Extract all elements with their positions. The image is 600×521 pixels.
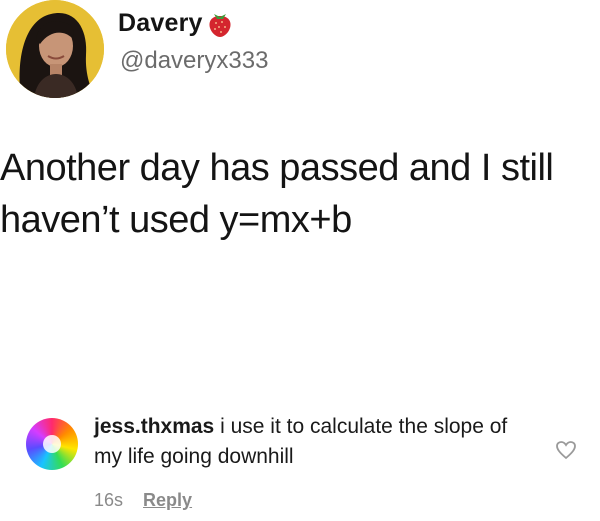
comment-timestamp: 16s [94, 490, 124, 510]
user-handle[interactable]: @daveryx333 [120, 47, 268, 75]
tweet-text-line-1: Another day has passed and I still [0, 147, 554, 189]
comment: jess.thxmas i use it to calculate the sl… [26, 410, 586, 520]
commenter-avatar-center [43, 435, 61, 453]
comment-body: jess.thxmas i use it to calculate the sl… [94, 412, 524, 472]
comment-username[interactable]: jess.thxmas [94, 415, 214, 438]
display-name[interactable]: Davery [118, 9, 203, 38]
tweet-text: Another day has passed and I still haven… [0, 142, 596, 246]
profile-avatar[interactable] [6, 0, 104, 98]
strawberry-icon [205, 8, 235, 38]
tweet-header: Davery @daveryx333 [6, 0, 406, 100]
commenter-avatar[interactable] [26, 418, 78, 470]
display-name-row: Davery [118, 8, 235, 38]
reply-button[interactable]: Reply [143, 490, 192, 511]
heart-outline-icon[interactable] [554, 438, 578, 462]
profile-photo [6, 0, 104, 98]
comment-meta: 16s Reply [94, 490, 192, 511]
tweet-text-line-2: haven’t used y=mx+b [0, 199, 352, 241]
